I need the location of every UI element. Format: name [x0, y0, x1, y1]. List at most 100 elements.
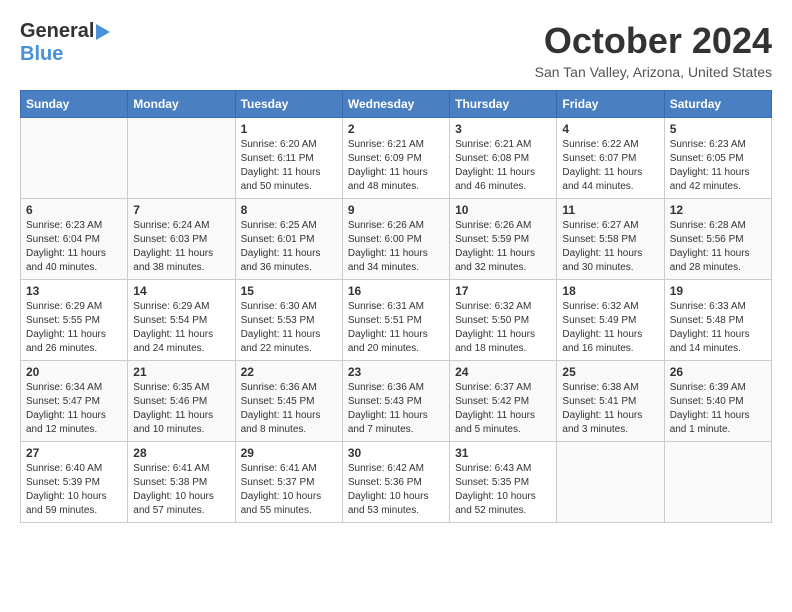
calendar-cell: 30 Sunrise: 6:42 AMSunset: 5:36 PMDayligh…	[342, 442, 449, 523]
logo-blue: Blue	[20, 43, 63, 65]
day-number: 19	[670, 284, 766, 298]
day-number: 26	[670, 365, 766, 379]
day-info: Sunrise: 6:25 AMSunset: 6:01 PMDaylight:…	[241, 219, 337, 275]
day-number: 1	[241, 122, 337, 136]
day-number: 24	[455, 365, 551, 379]
day-info: Sunrise: 6:26 AMSunset: 6:00 PMDaylight:…	[348, 219, 444, 275]
calendar-body: 1Sunrise: 6:20 AMSunset: 6:11 PMDaylight…	[21, 118, 772, 523]
calendar-cell	[557, 442, 664, 523]
day-number: 4	[562, 122, 658, 136]
calendar-week-2: 6 Sunrise: 6:23 AMSunset: 6:04 PMDaylight…	[21, 199, 772, 280]
calendar-cell: 6 Sunrise: 6:23 AMSunset: 6:04 PMDaylight…	[21, 199, 128, 280]
calendar-cell: 15 Sunrise: 6:30 AMSunset: 5:53 PMDayligh…	[235, 280, 342, 361]
day-number: 28	[133, 446, 229, 460]
day-info: Sunrise: 6:28 AMSunset: 5:56 PMDaylight:…	[670, 219, 766, 275]
day-info: Sunrise: 6:39 AMSunset: 5:40 PMDaylight:…	[670, 381, 766, 437]
col-friday: Friday	[557, 91, 664, 118]
logo-line2: Blue	[20, 43, 63, 66]
calendar-cell	[128, 118, 235, 199]
day-info: Sunrise: 6:35 AMSunset: 5:46 PMDaylight:…	[133, 381, 229, 437]
day-number: 10	[455, 203, 551, 217]
calendar-cell: 18 Sunrise: 6:32 AMSunset: 5:49 PMDayligh…	[557, 280, 664, 361]
day-info: Sunrise: 6:43 AMSunset: 5:35 PMDaylight:…	[455, 462, 551, 518]
calendar-cell: 11 Sunrise: 6:27 AMSunset: 5:58 PMDayligh…	[557, 199, 664, 280]
day-info: Sunrise: 6:23 AMSunset: 6:04 PMDaylight:…	[26, 219, 122, 275]
col-wednesday: Wednesday	[342, 91, 449, 118]
calendar-cell: 4 Sunrise: 6:22 AMSunset: 6:07 PMDaylight…	[557, 118, 664, 199]
calendar-cell: 7 Sunrise: 6:24 AMSunset: 6:03 PMDaylight…	[128, 199, 235, 280]
col-saturday: Saturday	[664, 91, 771, 118]
day-info: Sunrise: 6:29 AMSunset: 5:54 PMDaylight:…	[133, 300, 229, 356]
day-info: Sunrise: 6:30 AMSunset: 5:53 PMDaylight:…	[241, 300, 337, 356]
calendar-cell: 1Sunrise: 6:20 AMSunset: 6:11 PMDaylight…	[235, 118, 342, 199]
logo: General Blue	[20, 20, 110, 66]
calendar-week-3: 13Sunrise: 6:29 AMSunset: 5:55 PMDayligh…	[21, 280, 772, 361]
day-number: 15	[241, 284, 337, 298]
day-number: 12	[670, 203, 766, 217]
calendar-cell: 9Sunrise: 6:26 AMSunset: 6:00 PMDaylight…	[342, 199, 449, 280]
day-info: Sunrise: 6:21 AMSunset: 6:08 PMDaylight:…	[455, 138, 551, 194]
day-number: 21	[133, 365, 229, 379]
day-info: Sunrise: 6:41 AMSunset: 5:38 PMDaylight:…	[133, 462, 229, 518]
calendar-cell: 28 Sunrise: 6:41 AMSunset: 5:38 PMDayligh…	[128, 442, 235, 523]
day-number: 6	[26, 203, 122, 217]
day-number: 2	[348, 122, 444, 136]
calendar-cell: 17 Sunrise: 6:32 AMSunset: 5:50 PMDayligh…	[450, 280, 557, 361]
header-row: Sunday Monday Tuesday Wednesday Thursday…	[21, 91, 772, 118]
day-number: 31	[455, 446, 551, 460]
calendar-cell: 24 Sunrise: 6:37 AMSunset: 5:42 PMDayligh…	[450, 361, 557, 442]
calendar-cell: 23Sunrise: 6:36 AMSunset: 5:43 PMDayligh…	[342, 361, 449, 442]
calendar-cell: 8Sunrise: 6:25 AMSunset: 6:01 PMDaylight…	[235, 199, 342, 280]
day-info: Sunrise: 6:33 AMSunset: 5:48 PMDaylight:…	[670, 300, 766, 356]
day-info: Sunrise: 6:31 AMSunset: 5:51 PMDaylight:…	[348, 300, 444, 356]
day-info: Sunrise: 6:37 AMSunset: 5:42 PMDaylight:…	[455, 381, 551, 437]
day-info: Sunrise: 6:32 AMSunset: 5:50 PMDaylight:…	[455, 300, 551, 356]
day-info: Sunrise: 6:38 AMSunset: 5:41 PMDaylight:…	[562, 381, 658, 437]
day-info: Sunrise: 6:42 AMSunset: 5:36 PMDaylight:…	[348, 462, 444, 518]
col-thursday: Thursday	[450, 91, 557, 118]
calendar-cell: 14Sunrise: 6:29 AMSunset: 5:54 PMDayligh…	[128, 280, 235, 361]
day-info: Sunrise: 6:34 AMSunset: 5:47 PMDaylight:…	[26, 381, 122, 437]
calendar-cell: 25Sunrise: 6:38 AMSunset: 5:41 PMDayligh…	[557, 361, 664, 442]
calendar-cell: 3Sunrise: 6:21 AMSunset: 6:08 PMDaylight…	[450, 118, 557, 199]
day-number: 16	[348, 284, 444, 298]
day-number: 7	[133, 203, 229, 217]
day-number: 30	[348, 446, 444, 460]
logo-line1: General	[20, 20, 110, 43]
day-info: Sunrise: 6:36 AMSunset: 5:43 PMDaylight:…	[348, 381, 444, 437]
day-number: 27	[26, 446, 122, 460]
calendar-cell: 31 Sunrise: 6:43 AMSunset: 5:35 PMDayligh…	[450, 442, 557, 523]
day-info: Sunrise: 6:23 AMSunset: 6:05 PMDaylight:…	[670, 138, 766, 194]
calendar-cell: 5 Sunrise: 6:23 AMSunset: 6:05 PMDaylight…	[664, 118, 771, 199]
calendar-table: Sunday Monday Tuesday Wednesday Thursday…	[20, 90, 772, 523]
day-number: 17	[455, 284, 551, 298]
col-tuesday: Tuesday	[235, 91, 342, 118]
calendar-cell: 20 Sunrise: 6:34 AMSunset: 5:47 PMDayligh…	[21, 361, 128, 442]
calendar-header: Sunday Monday Tuesday Wednesday Thursday…	[21, 91, 772, 118]
day-number: 11	[562, 203, 658, 217]
month-title: October 2024	[535, 20, 772, 62]
header: General Blue October 2024 San Tan Valley…	[20, 20, 772, 80]
calendar-cell: 26 Sunrise: 6:39 AMSunset: 5:40 PMDayligh…	[664, 361, 771, 442]
day-info: Sunrise: 6:22 AMSunset: 6:07 PMDaylight:…	[562, 138, 658, 194]
day-number: 20	[26, 365, 122, 379]
day-info: Sunrise: 6:40 AMSunset: 5:39 PMDaylight:…	[26, 462, 122, 518]
day-info: Sunrise: 6:21 AMSunset: 6:09 PMDaylight:…	[348, 138, 444, 194]
calendar-cell: 13Sunrise: 6:29 AMSunset: 5:55 PMDayligh…	[21, 280, 128, 361]
page: General Blue October 2024 San Tan Valley…	[0, 0, 792, 533]
col-sunday: Sunday	[21, 91, 128, 118]
day-info: Sunrise: 6:24 AMSunset: 6:03 PMDaylight:…	[133, 219, 229, 275]
day-info: Sunrise: 6:41 AMSunset: 5:37 PMDaylight:…	[241, 462, 337, 518]
calendar-week-4: 20 Sunrise: 6:34 AMSunset: 5:47 PMDayligh…	[21, 361, 772, 442]
logo-general: General	[20, 20, 94, 43]
col-monday: Monday	[128, 91, 235, 118]
calendar-cell: 29Sunrise: 6:41 AMSunset: 5:37 PMDayligh…	[235, 442, 342, 523]
calendar-cell: 16 Sunrise: 6:31 AMSunset: 5:51 PMDayligh…	[342, 280, 449, 361]
title-area: October 2024 San Tan Valley, Arizona, Un…	[535, 20, 772, 80]
day-info: Sunrise: 6:27 AMSunset: 5:58 PMDaylight:…	[562, 219, 658, 275]
calendar-cell: 22Sunrise: 6:36 AMSunset: 5:45 PMDayligh…	[235, 361, 342, 442]
day-number: 5	[670, 122, 766, 136]
day-info: Sunrise: 6:32 AMSunset: 5:49 PMDaylight:…	[562, 300, 658, 356]
day-number: 18	[562, 284, 658, 298]
location: San Tan Valley, Arizona, United States	[535, 64, 772, 80]
